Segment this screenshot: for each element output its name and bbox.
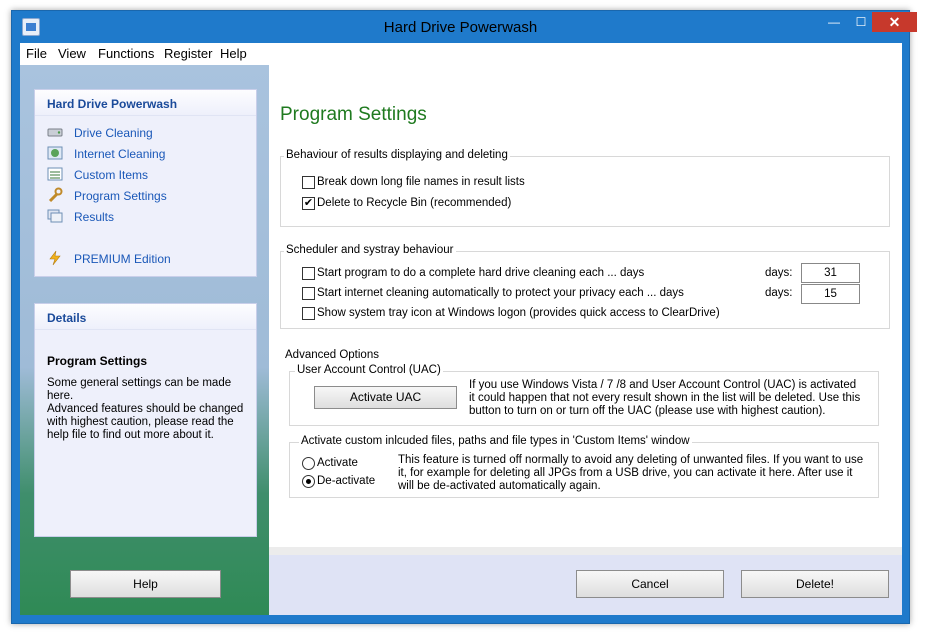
- custom-items-group-label: Activate custom inlcuded files, paths an…: [299, 435, 692, 447]
- uac-info-text: If you use Windows Vista / 7 /8 and User…: [469, 379, 861, 417]
- menu-register[interactable]: Register: [164, 46, 212, 61]
- details-title: Program Settings: [47, 354, 148, 368]
- uac-group: User Account Control (UAC) Activate UAC …: [289, 364, 879, 426]
- maximize-button[interactable]: ☐: [848, 12, 874, 32]
- main-pane: Program Settings Behaviour of results di…: [269, 65, 902, 615]
- nav-results-label: Results: [74, 210, 115, 224]
- activate-radio[interactable]: [302, 457, 315, 470]
- drive-days-input[interactable]: 31: [801, 263, 860, 283]
- behaviour-group-label: Behaviour of results displaying and dele…: [284, 149, 510, 161]
- menu-functions[interactable]: Functions: [98, 46, 154, 61]
- menu-view[interactable]: View: [58, 46, 86, 61]
- lightning-icon: [47, 250, 63, 266]
- menu-help[interactable]: Help: [220, 46, 247, 61]
- drive-icon: [47, 124, 63, 140]
- details-text-general: Some general settings can be made here.: [47, 377, 232, 402]
- list-icon: [47, 166, 63, 182]
- results-icon: [47, 208, 63, 224]
- custom-items-info-text: This feature is turned off normally to a…: [398, 454, 864, 492]
- title-bar[interactable]: Hard Drive Powerwash — ☐ ✕: [12, 11, 917, 44]
- advanced-group-label: Advanced Options: [283, 349, 381, 361]
- nav-drive-cleaning-label: Drive Cleaning: [74, 126, 153, 140]
- recycle-bin-checkbox[interactable]: ✔: [302, 197, 315, 210]
- app-window: Hard Drive Powerwash — ☐ ✕ File View Fun…: [11, 10, 917, 624]
- details-panel: Details Program Settings Some general se…: [34, 303, 257, 537]
- navigation-panel: Hard Drive Powerwash Drive Cleaning Inte…: [34, 89, 257, 277]
- drive-cleaning-schedule-checkbox[interactable]: [302, 267, 315, 280]
- activate-uac-button[interactable]: Activate UAC: [314, 386, 457, 409]
- tray-icon-label: Show system tray icon at Windows logon (…: [317, 307, 720, 319]
- advanced-group: Advanced Options User Account Control (U…: [280, 349, 890, 571]
- drive-cleaning-schedule-label: Start program to do a complete hard driv…: [317, 267, 645, 279]
- scheduler-group-label: Scheduler and systray behaviour: [284, 244, 456, 256]
- details-text-advanced: Advanced features should be changed with…: [47, 403, 244, 441]
- navigation-header: Hard Drive Powerwash: [35, 90, 256, 116]
- window-title: Hard Drive Powerwash: [383, 19, 538, 36]
- help-button[interactable]: Help: [70, 570, 221, 598]
- cancel-button[interactable]: Cancel: [576, 570, 724, 598]
- tray-icon-checkbox[interactable]: [302, 307, 315, 320]
- wrench-icon: [47, 187, 63, 203]
- uac-group-label: User Account Control (UAC): [295, 364, 443, 376]
- nav-internet-cleaning-label: Internet Cleaning: [74, 147, 166, 161]
- left-pane: Hard Drive Powerwash Drive Cleaning Inte…: [20, 65, 269, 615]
- activate-radio-label: Activate: [317, 457, 358, 469]
- break-down-names-label: Break down long file names in result lis…: [317, 176, 525, 188]
- break-down-names-checkbox[interactable]: [302, 176, 315, 189]
- deactivate-radio-label: De-activate: [317, 475, 376, 487]
- button-strip: Cancel Delete!: [269, 547, 902, 615]
- menu-file[interactable]: File: [26, 46, 47, 61]
- behaviour-group: Behaviour of results displaying and dele…: [280, 149, 890, 227]
- internet-days-label: days:: [765, 287, 793, 299]
- scheduler-group: Scheduler and systray behaviour Start pr…: [280, 244, 890, 329]
- menu-bar: File View Functions Register Help: [20, 43, 902, 65]
- globe-icon: [47, 145, 63, 161]
- nav-premium-edition-label: PREMIUM Edition: [74, 252, 171, 266]
- custom-items-group: Activate custom inlcuded files, paths an…: [289, 435, 879, 498]
- nav-program-settings-label: Program Settings: [74, 189, 167, 203]
- deactivate-radio[interactable]: [302, 475, 315, 488]
- page-title: Program Settings: [280, 104, 427, 125]
- minimize-button[interactable]: —: [821, 12, 847, 32]
- recycle-bin-label: Delete to Recycle Bin (recommended): [317, 197, 512, 209]
- nav-custom-items-label: Custom Items: [74, 168, 149, 182]
- delete-button[interactable]: Delete!: [741, 570, 889, 598]
- internet-cleaning-schedule-checkbox[interactable]: [302, 287, 315, 300]
- close-button[interactable]: ✕: [872, 12, 917, 32]
- details-header: Details: [35, 304, 256, 330]
- drive-days-label: days:: [765, 267, 793, 279]
- internet-cleaning-schedule-label: Start internet cleaning automatically to…: [317, 287, 684, 299]
- internet-days-input[interactable]: 15: [801, 284, 860, 304]
